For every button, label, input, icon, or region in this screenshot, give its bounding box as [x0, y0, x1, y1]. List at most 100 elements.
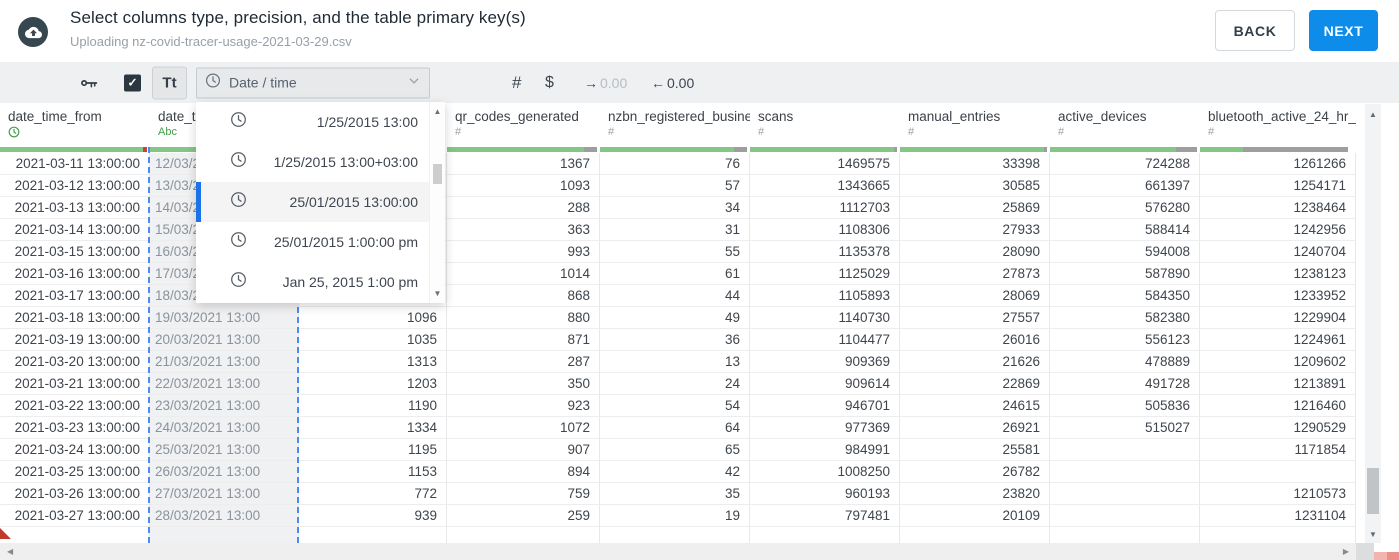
- table-cell[interactable]: 1195: [299, 439, 447, 461]
- table-cell[interactable]: 2021-03-18 13:00:00: [0, 307, 150, 329]
- table-cell[interactable]: 576280: [1050, 197, 1200, 219]
- table-cell[interactable]: 1140730: [750, 307, 900, 329]
- column-header[interactable]: nzbn_registered_busine #: [600, 103, 750, 147]
- table-cell[interactable]: 993: [447, 241, 600, 263]
- table-cell[interactable]: 2021-03-16 13:00:00: [0, 263, 150, 285]
- table-cell[interactable]: 27873: [900, 263, 1050, 285]
- table-cell[interactable]: 584350: [1050, 285, 1200, 307]
- table-cell[interactable]: 1203: [299, 373, 447, 395]
- table-cell[interactable]: 20109: [900, 505, 1050, 527]
- scroll-up-arrow[interactable]: ▲: [430, 107, 445, 116]
- table-cell[interactable]: 2021-03-22 13:00:00: [0, 395, 150, 417]
- table-cell[interactable]: 2021-03-24 13:00:00: [0, 439, 150, 461]
- table-cell[interactable]: 1469575: [750, 153, 900, 175]
- horizontal-scrollbar[interactable]: ◀ ▶: [0, 543, 1356, 560]
- table-cell[interactable]: [447, 527, 600, 543]
- table-cell[interactable]: 21626: [900, 351, 1050, 373]
- table-cell[interactable]: 946701: [750, 395, 900, 417]
- table-cell[interactable]: 55: [600, 241, 750, 263]
- table-cell[interactable]: 287: [447, 351, 600, 373]
- table-cell[interactable]: [1200, 461, 1356, 483]
- table-cell[interactable]: 909614: [750, 373, 900, 395]
- scroll-up-arrow[interactable]: ▲: [1365, 110, 1381, 119]
- table-cell[interactable]: 2021-03-14 13:00:00: [0, 219, 150, 241]
- table-cell[interactable]: 2021-03-21 13:00:00: [0, 373, 150, 395]
- table-cell[interactable]: 2021-03-20 13:00:00: [0, 351, 150, 373]
- table-cell[interactable]: 939: [299, 505, 447, 527]
- table-cell[interactable]: 556123: [1050, 329, 1200, 351]
- table-cell[interactable]: 57: [600, 175, 750, 197]
- table-cell[interactable]: 24: [600, 373, 750, 395]
- table-cell[interactable]: 24/03/2021 13:00: [150, 417, 299, 439]
- table-cell[interactable]: 772: [299, 483, 447, 505]
- table-cell[interactable]: 2021-03-11 13:00:00: [0, 153, 150, 175]
- column-header[interactable]: active_devices #: [1050, 103, 1200, 147]
- table-cell[interactable]: 871: [447, 329, 600, 351]
- table-cell[interactable]: 960193: [750, 483, 900, 505]
- table-cell[interactable]: [1050, 461, 1200, 483]
- table-cell[interactable]: 2021-03-23 13:00:00: [0, 417, 150, 439]
- table-cell[interactable]: [1200, 527, 1356, 543]
- table-cell[interactable]: 34: [600, 197, 750, 219]
- table-cell[interactable]: [900, 527, 1050, 543]
- table-cell[interactable]: 2021-03-26 13:00:00: [0, 483, 150, 505]
- table-cell[interactable]: 1072: [447, 417, 600, 439]
- datetime-format-option[interactable]: 1/25/2015 13:00+03:00: [196, 142, 445, 182]
- scroll-left-arrow[interactable]: ◀: [7, 547, 13, 556]
- table-cell[interactable]: 587890: [1050, 263, 1200, 285]
- table-cell[interactable]: 22869: [900, 373, 1050, 395]
- table-cell[interactable]: 30585: [900, 175, 1050, 197]
- table-cell[interactable]: 1238123: [1200, 263, 1356, 285]
- primary-key-icon[interactable]: [78, 72, 99, 93]
- column-header[interactable]: bluetooth_active_24_hr_ #: [1200, 103, 1356, 147]
- table-cell[interactable]: 1153: [299, 461, 447, 483]
- decrease-decimal-button[interactable]: ← 0.00: [651, 75, 694, 91]
- table-cell[interactable]: 65: [600, 439, 750, 461]
- table-cell[interactable]: 582380: [1050, 307, 1200, 329]
- table-cell[interactable]: 1171854: [1200, 439, 1356, 461]
- boolean-type-checkbox[interactable]: ✓: [124, 74, 141, 91]
- scroll-down-arrow[interactable]: ▼: [1365, 530, 1381, 539]
- table-cell[interactable]: 31: [600, 219, 750, 241]
- table-cell[interactable]: 23/03/2021 13:00: [150, 395, 299, 417]
- column-header[interactable]: date_time_from: [0, 103, 150, 147]
- table-cell[interactable]: 1096: [299, 307, 447, 329]
- table-cell[interactable]: 1313: [299, 351, 447, 373]
- table-cell[interactable]: 1035: [299, 329, 447, 351]
- table-cell[interactable]: 2021-03-13 13:00:00: [0, 197, 150, 219]
- table-cell[interactable]: 1209602: [1200, 351, 1356, 373]
- table-cell[interactable]: 22/03/2021 13:00: [150, 373, 299, 395]
- datetime-format-option[interactable]: Jan 25, 2015 1:00 pm: [196, 262, 445, 302]
- table-cell[interactable]: 868: [447, 285, 600, 307]
- table-cell[interactable]: 259: [447, 505, 600, 527]
- table-cell[interactable]: 2021-03-19 13:00:00: [0, 329, 150, 351]
- vertical-scrollbar-thumb[interactable]: [1367, 468, 1379, 514]
- table-cell[interactable]: 923: [447, 395, 600, 417]
- table-cell[interactable]: 1254171: [1200, 175, 1356, 197]
- column-header[interactable]: manual_entries #: [900, 103, 1050, 147]
- increase-decimal-button[interactable]: → 0.00: [584, 75, 627, 91]
- table-cell[interactable]: [1050, 527, 1200, 543]
- table-cell[interactable]: 1190: [299, 395, 447, 417]
- back-button[interactable]: BACK: [1215, 10, 1295, 51]
- table-cell[interactable]: 1108306: [750, 219, 900, 241]
- table-cell[interactable]: [1050, 505, 1200, 527]
- table-cell[interactable]: 2021-03-25 13:00:00: [0, 461, 150, 483]
- table-cell[interactable]: 907: [447, 439, 600, 461]
- table-cell[interactable]: 28069: [900, 285, 1050, 307]
- table-cell[interactable]: 1216460: [1200, 395, 1356, 417]
- column-header[interactable]: scans #: [750, 103, 900, 147]
- table-cell[interactable]: 1261266: [1200, 153, 1356, 175]
- text-type-button[interactable]: Tt: [152, 66, 187, 99]
- datetime-format-option[interactable]: 25/01/2015 1:00:00 pm: [196, 222, 445, 262]
- table-cell[interactable]: 13: [600, 351, 750, 373]
- table-cell[interactable]: 909369: [750, 351, 900, 373]
- table-cell[interactable]: 28/03/2021 13:00: [150, 505, 299, 527]
- table-cell[interactable]: 27933: [900, 219, 1050, 241]
- dropdown-scrollbar-thumb[interactable]: [433, 164, 442, 184]
- table-cell[interactable]: 977369: [750, 417, 900, 439]
- table-cell[interactable]: 1105893: [750, 285, 900, 307]
- table-cell[interactable]: 25869: [900, 197, 1050, 219]
- table-cell[interactable]: 19/03/2021 13:00: [150, 307, 299, 329]
- table-cell[interactable]: 1224961: [1200, 329, 1356, 351]
